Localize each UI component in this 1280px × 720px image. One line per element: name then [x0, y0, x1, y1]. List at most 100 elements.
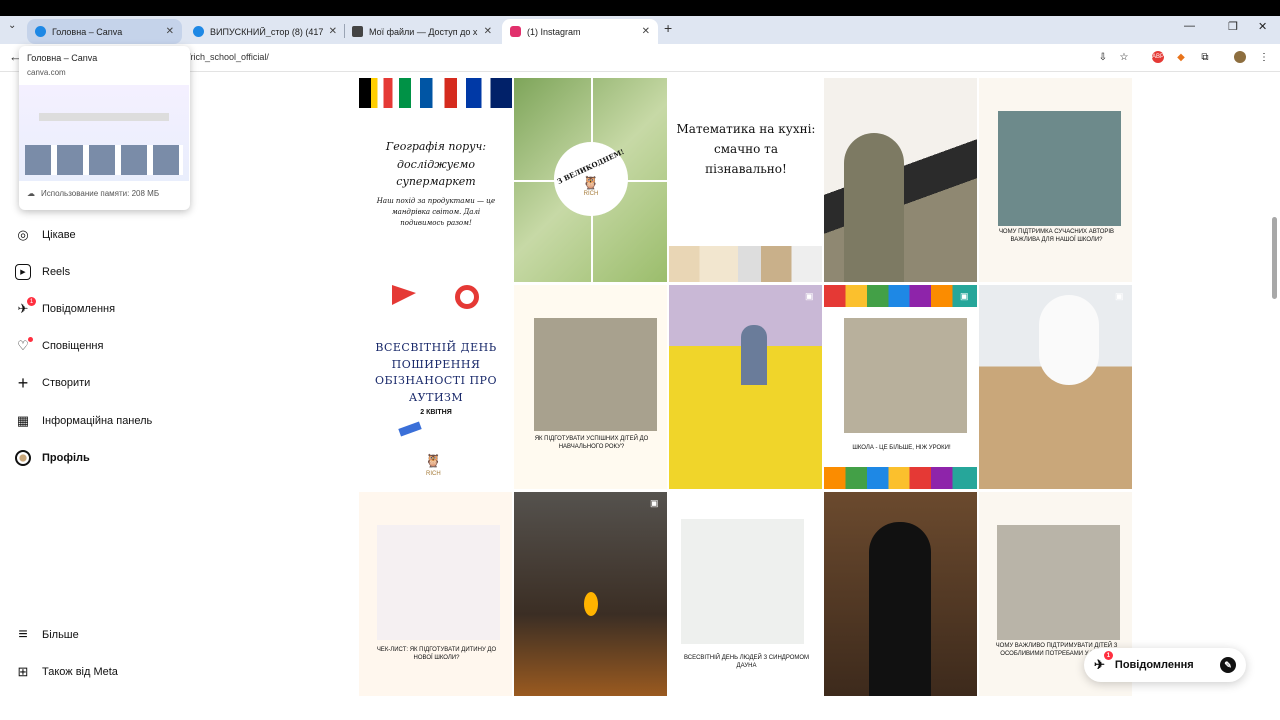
- post-play-area[interactable]: ▣: [669, 285, 822, 489]
- install-app-icon[interactable]: ⇩: [1097, 51, 1109, 63]
- flags-banner: [359, 78, 512, 108]
- hover-card-title: Головна – Canva: [27, 53, 98, 63]
- canva-favicon-icon: [193, 26, 204, 37]
- tab-instagram[interactable]: (1) Instagram ✕: [502, 19, 658, 44]
- tab-title: Мої файли — Доступ до хмар: [369, 26, 478, 37]
- nav-more[interactable]: ≡ Більше: [15, 626, 79, 643]
- nav-profile[interactable]: Профіль: [15, 450, 90, 466]
- unread-badge: 1: [1103, 651, 1113, 660]
- child-figure: [741, 325, 767, 385]
- nav-notifications[interactable]: ♡ Сповіщення: [15, 337, 103, 354]
- kitchen-utensils-illustration: [669, 246, 822, 282]
- nav-dashboard[interactable]: ▦ Інформаційна панель: [15, 413, 152, 429]
- bookmark-star-icon[interactable]: ☆: [1118, 51, 1130, 63]
- reels-icon: ▶: [15, 264, 31, 280]
- confetti-shape: [392, 285, 416, 305]
- owl-logo-icon: 🦉: [425, 453, 442, 468]
- pencils-border: [824, 285, 977, 307]
- address-bar-url[interactable]: /rich_school_official/: [188, 52, 269, 62]
- post-school-year[interactable]: ЯК ПІДГОТУВАТИ УСПІШНИХ ДІТЕЙ ДО НАВЧАЛЬ…: [514, 285, 667, 489]
- menu-icon: ≡: [18, 626, 28, 643]
- post-title: ВСЕСВІТНІЙ ДЕНЬ ПОШИРЕННЯ ОБІЗНАНОСТІ ПР…: [375, 341, 497, 404]
- heart-icon: ♡: [15, 337, 33, 354]
- extensions-puzzle-icon[interactable]: ⧉: [1199, 51, 1211, 63]
- close-icon[interactable]: ✕: [642, 26, 650, 37]
- window-close-icon[interactable]: ✕: [1258, 20, 1267, 33]
- minimize-icon[interactable]: —: [1184, 20, 1195, 32]
- books-photo: [998, 111, 1121, 226]
- tab-files[interactable]: Мої файли — Доступ до хмар ✕: [344, 19, 500, 44]
- kebab-menu-icon[interactable]: ⋮: [1258, 51, 1270, 63]
- tab-strip: ⌄ Головна – Canva ✕ ВИПУСКНИЙ_стор (8) (…: [0, 16, 1280, 44]
- nav-messages[interactable]: ✈ 1 Повідомлення: [15, 297, 116, 317]
- post-caption: ВСЕСВІТНІЙ ДЕНЬ ЛЮДЕЙ З СИНДРОМОМ ДАУНА: [683, 655, 810, 670]
- flame: [584, 592, 598, 616]
- nav-label: Більше: [42, 629, 79, 641]
- post-caption: ЧОМУ ПІДТРИМКА СУЧАСНИХ АВТОРІВ ВАЖЛИВА …: [998, 229, 1115, 244]
- post-teacher-portrait[interactable]: [824, 492, 977, 696]
- post-checklist[interactable]: ЧЕК-ЛИСТ: ЯК ПІДГОТУВАТИ ДИТИНУ ДО НОВОЇ…: [359, 492, 512, 696]
- instagram-favicon-icon: [510, 26, 521, 37]
- tab-title: (1) Instagram: [527, 26, 581, 37]
- meta-grid-icon: ⊞: [17, 664, 29, 679]
- post-candles[interactable]: ▣: [514, 492, 667, 696]
- video-reel-icon: ▣: [960, 291, 969, 301]
- post-geography[interactable]: Географія поруч: досліджуємо супермаркет…: [359, 78, 512, 282]
- post-down-syndrome-day[interactable]: ВСЕСВІТНІЙ ДЕНЬ ЛЮДЕЙ З СИНДРОМОМ ДАУНА: [669, 492, 822, 696]
- metamask-icon[interactable]: ◆: [1175, 51, 1187, 63]
- post-more-than-lessons[interactable]: ▣ ШКОЛА - ЦЕ БІЛЬШЕ, НІЖ УРОКИ!: [824, 285, 977, 489]
- new-tab-button[interactable]: +: [664, 20, 672, 36]
- compass-icon: ◎: [17, 227, 29, 242]
- nav-label: Повідомлення: [42, 303, 116, 315]
- page-preview-thumbnail: [19, 85, 189, 181]
- tab-graduation[interactable]: ВИПУСКНИЙ_стор (8) (417 х 2 ✕: [185, 19, 345, 44]
- tab-search-chevron-icon[interactable]: ⌄: [8, 20, 16, 31]
- confetti-shape: [455, 285, 479, 309]
- close-icon[interactable]: ✕: [484, 26, 492, 37]
- post-bear-party[interactable]: ▣: [979, 285, 1132, 489]
- girl-photo: [377, 525, 500, 640]
- nav-create[interactable]: + Створити: [15, 372, 91, 393]
- nav-label: Reels: [42, 266, 71, 278]
- avatar: ✎: [1220, 657, 1236, 673]
- close-icon[interactable]: ✕: [329, 26, 337, 37]
- teacher-figure: [869, 522, 931, 696]
- nav-label: Цікаве: [42, 229, 76, 241]
- post-caption: ЯК ПІДГОТУВАТИ УСПІШНИХ ДІТЕЙ ДО НАВЧАЛЬ…: [534, 436, 649, 451]
- nav-explore[interactable]: ◎ Цікаве: [15, 227, 76, 243]
- boy-globe-photo: [681, 519, 804, 644]
- post-caption: ЧЕК-ЛИСТ: ЯК ПІДГОТУВАТИ ДИТИНУ ДО НОВОЇ…: [376, 647, 497, 662]
- post-caption: ШКОЛА - ЦЕ БІЛЬШЕ, НІЖ УРОКИ!: [852, 445, 951, 451]
- profile-posts-grid: Географія поруч: досліджуємо супермаркет…: [359, 72, 1134, 700]
- post-kitchen-math[interactable]: Математика на кухні: смачно та пізнаваль…: [669, 78, 822, 282]
- memory-usage: ☁ Использование памяти: 208 МБ: [27, 189, 182, 198]
- student-figure: [844, 133, 904, 282]
- page-scrollbar[interactable]: [1269, 72, 1280, 708]
- messenger-icon: ✈ 1: [15, 297, 36, 317]
- close-icon[interactable]: ✕: [166, 26, 174, 37]
- messenger-icon: ✈ 1: [1094, 651, 1113, 673]
- tab-canva[interactable]: Головна – Canva ✕: [27, 19, 182, 44]
- post-teacher-student[interactable]: [824, 78, 977, 282]
- files-favicon-icon: [352, 26, 363, 37]
- canva-favicon-icon: [35, 26, 46, 37]
- profile-avatar-icon[interactable]: [1234, 51, 1246, 63]
- nav-also-from-meta[interactable]: ⊞ Також від Meta: [15, 664, 118, 680]
- tab-title: ВИПУСКНИЙ_стор (8) (417 х 2: [210, 26, 323, 37]
- messages-pill-button[interactable]: ✈ 1 Повідомлення ✎: [1084, 648, 1246, 682]
- nav-label: Створити: [42, 377, 91, 389]
- scrollbar-thumb[interactable]: [1272, 217, 1277, 299]
- classroom-photo: [844, 318, 967, 433]
- adblock-icon[interactable]: ABP: [1152, 51, 1164, 63]
- post-easter[interactable]: З ВЕЛИКОДНЕМ! 🦉 RICH: [514, 78, 667, 282]
- nav-reels[interactable]: ▶ Reels: [15, 264, 70, 280]
- preview-thumbnails: [25, 145, 183, 175]
- boy-book-photo: [997, 525, 1120, 640]
- post-autism-day[interactable]: ВСЕСВІТНІЙ ДЕНЬ ПОШИРЕННЯ ОБІЗНАНОСТІ ПР…: [359, 285, 512, 489]
- restore-icon[interactable]: ❐: [1228, 20, 1238, 33]
- plus-icon: +: [17, 372, 29, 393]
- nav-label: Інформаційна панель: [42, 415, 153, 427]
- hover-card-domain: canva.com: [27, 68, 66, 77]
- post-modern-authors[interactable]: ЧОМУ ПІДТРИМКА СУЧАСНИХ АВТОРІВ ВАЖЛИВА …: [979, 78, 1132, 282]
- teacher-photo: [534, 318, 657, 431]
